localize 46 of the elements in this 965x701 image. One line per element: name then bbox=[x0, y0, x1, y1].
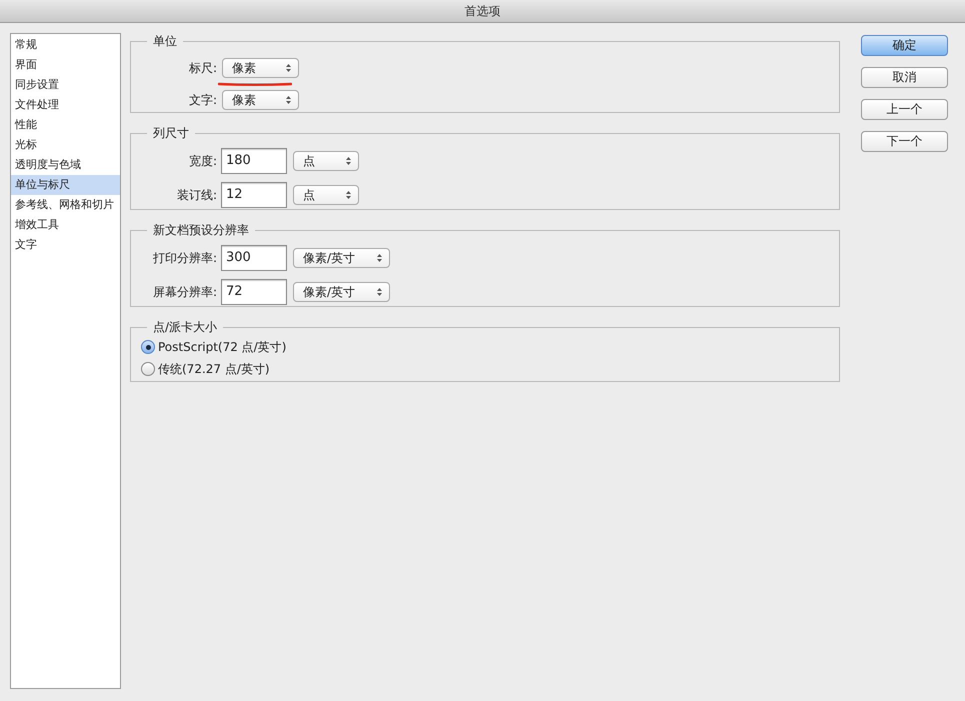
field-label: 装订线: bbox=[176, 186, 218, 204]
group-title: 点/派卡大小 bbox=[152, 319, 218, 336]
stepper-arrows-icon bbox=[345, 190, 352, 200]
category-item[interactable]: 界面 bbox=[11, 55, 120, 75]
radio-button[interactable] bbox=[141, 362, 155, 376]
category-item[interactable]: 性能 bbox=[11, 115, 120, 135]
field-label: 屏幕分辨率: bbox=[152, 284, 218, 300]
category-item[interactable]: 增效工具 bbox=[11, 215, 120, 235]
category-item[interactable]: 透明度与色域 bbox=[11, 155, 120, 175]
dropdown[interactable]: 点 bbox=[293, 185, 359, 205]
stepper-arrows-icon bbox=[345, 156, 352, 166]
dropdown[interactable]: 像素/英寸 bbox=[293, 248, 390, 268]
input-field[interactable]: 12 bbox=[221, 182, 287, 208]
window-title: 首选项 bbox=[464, 2, 500, 20]
radio-label: 传统(72.27 点/英寸) bbox=[158, 360, 270, 378]
dropdown[interactable]: 像素 bbox=[222, 58, 299, 78]
input-field[interactable]: 300 bbox=[221, 245, 287, 271]
input-field[interactable]: 72 bbox=[221, 279, 287, 305]
category-item[interactable]: 单位与标尺 bbox=[11, 175, 120, 195]
field-label: 标尺: bbox=[188, 60, 218, 76]
dropdown[interactable]: 像素/英寸 bbox=[293, 282, 390, 302]
group-title: 单位 bbox=[152, 33, 178, 50]
category-item[interactable]: 文件处理 bbox=[11, 95, 120, 115]
stepper-arrows-icon bbox=[376, 253, 383, 263]
category-item[interactable]: 同步设置 bbox=[11, 75, 120, 95]
category-item[interactable]: 文字 bbox=[11, 235, 120, 255]
field-label: 宽度: bbox=[188, 152, 218, 170]
dropdown[interactable]: 像素 bbox=[222, 90, 299, 110]
input-field[interactable]: 180 bbox=[221, 148, 287, 174]
field-label: 打印分辨率: bbox=[152, 250, 218, 266]
dialog-button[interactable]: 下一个 bbox=[861, 131, 948, 152]
dialog-button[interactable]: 取消 bbox=[861, 67, 948, 88]
group-title: 新文档预设分辨率 bbox=[152, 222, 250, 239]
stepper-arrows-icon bbox=[376, 287, 383, 297]
dialog-button[interactable]: 确定 bbox=[861, 35, 948, 56]
dropdown[interactable]: 点 bbox=[293, 151, 359, 171]
category-item[interactable]: 常规 bbox=[11, 35, 120, 55]
category-item[interactable]: 光标 bbox=[11, 135, 120, 155]
category-item[interactable]: 参考线、网格和切片 bbox=[11, 195, 120, 215]
group-title: 列尺寸 bbox=[152, 125, 190, 142]
stepper-arrows-icon bbox=[285, 63, 292, 73]
stepper-arrows-icon bbox=[285, 95, 292, 105]
radio-button[interactable] bbox=[141, 340, 155, 354]
field-label: 文字: bbox=[188, 92, 218, 108]
radio-label: PostScript(72 点/英寸) bbox=[158, 338, 286, 356]
dialog-button[interactable]: 上一个 bbox=[861, 99, 948, 120]
